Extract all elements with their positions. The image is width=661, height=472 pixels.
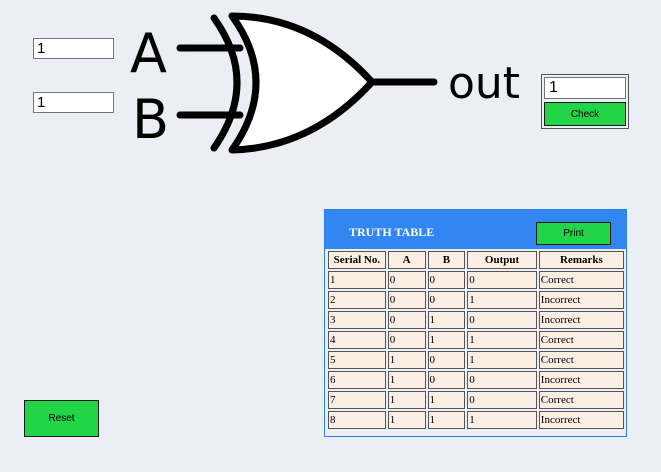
cell-remarks: Correct bbox=[538, 351, 624, 369]
cell-a: 0 bbox=[387, 311, 426, 329]
table-row: 8 1 1 1 Incorrect bbox=[328, 411, 624, 429]
cell-output: 0 bbox=[467, 391, 537, 409]
header-a: A bbox=[387, 251, 426, 269]
cell-a: 1 bbox=[387, 351, 426, 369]
cell-output: 0 bbox=[467, 371, 537, 389]
cell-b: 1 bbox=[427, 411, 466, 429]
cell-remarks: Incorrect bbox=[538, 291, 624, 309]
cell-a: 1 bbox=[387, 411, 426, 429]
cell-b: 0 bbox=[427, 371, 466, 389]
table-row: 6 1 0 0 Incorrect bbox=[328, 371, 624, 389]
truth-table-title: TRUTH TABLE bbox=[349, 225, 435, 239]
table-row: 3 0 1 0 Incorrect bbox=[328, 311, 624, 329]
cell-serial: 4 bbox=[328, 331, 386, 349]
cell-remarks: Correct bbox=[538, 271, 624, 289]
cell-output: 0 bbox=[467, 271, 537, 289]
cell-remarks: Correct bbox=[538, 391, 624, 409]
table-row: 2 0 0 1 Incorrect bbox=[328, 291, 624, 309]
table-row: 4 0 1 1 Correct bbox=[328, 331, 624, 349]
cell-b: 0 bbox=[427, 351, 466, 369]
cell-output: 1 bbox=[467, 411, 537, 429]
input-b-field[interactable] bbox=[33, 92, 114, 113]
xnor-extra-arc bbox=[210, 14, 241, 152]
table-row: 1 0 0 0 Correct bbox=[328, 271, 624, 289]
cell-b: 1 bbox=[427, 311, 466, 329]
table-header-row: Serial No. A B Output Remarks bbox=[328, 251, 624, 269]
cell-a: 1 bbox=[387, 391, 426, 409]
cell-serial: 2 bbox=[328, 291, 386, 309]
cell-b: 1 bbox=[427, 391, 466, 409]
cell-remarks: Incorrect bbox=[538, 411, 624, 429]
cell-serial: 8 bbox=[328, 411, 386, 429]
table-row: 5 1 0 1 Correct bbox=[328, 351, 624, 369]
xnor-gate-diagram: A B out bbox=[130, 12, 520, 154]
cell-a: 0 bbox=[387, 291, 426, 309]
cell-output: 1 bbox=[467, 351, 537, 369]
input-a-field[interactable] bbox=[33, 38, 114, 59]
print-button[interactable]: Print bbox=[536, 222, 611, 245]
cell-a: 1 bbox=[387, 371, 426, 389]
reset-button[interactable]: Reset bbox=[24, 400, 99, 437]
cell-a: 0 bbox=[387, 271, 426, 289]
cell-output: 1 bbox=[467, 331, 537, 349]
header-output: Output bbox=[467, 251, 537, 269]
cell-output: 1 bbox=[467, 291, 537, 309]
cell-b: 0 bbox=[427, 271, 466, 289]
cell-remarks: Incorrect bbox=[538, 371, 624, 389]
cell-a: 0 bbox=[387, 331, 426, 349]
cell-output: 0 bbox=[467, 311, 537, 329]
cell-serial: 7 bbox=[328, 391, 386, 409]
output-field[interactable] bbox=[544, 77, 626, 99]
cell-serial: 5 bbox=[328, 351, 386, 369]
cell-b: 0 bbox=[427, 291, 466, 309]
header-b: B bbox=[427, 251, 466, 269]
check-button[interactable]: Check bbox=[544, 102, 626, 126]
or-gate-body bbox=[228, 12, 376, 154]
label-out: out bbox=[448, 58, 520, 109]
cell-serial: 1 bbox=[328, 271, 386, 289]
cell-remarks: Correct bbox=[538, 331, 624, 349]
cell-serial: 6 bbox=[328, 371, 386, 389]
truth-table: Serial No. A B Output Remarks 1 0 0 0 Co… bbox=[326, 249, 626, 431]
label-b: B bbox=[132, 88, 169, 151]
cell-b: 1 bbox=[427, 331, 466, 349]
cell-serial: 3 bbox=[328, 311, 386, 329]
header-remarks: Remarks bbox=[538, 251, 624, 269]
cell-remarks: Incorrect bbox=[538, 311, 624, 329]
table-row: 7 1 1 0 Correct bbox=[328, 391, 624, 409]
header-serial: Serial No. bbox=[328, 251, 386, 269]
label-a: A bbox=[130, 22, 167, 85]
